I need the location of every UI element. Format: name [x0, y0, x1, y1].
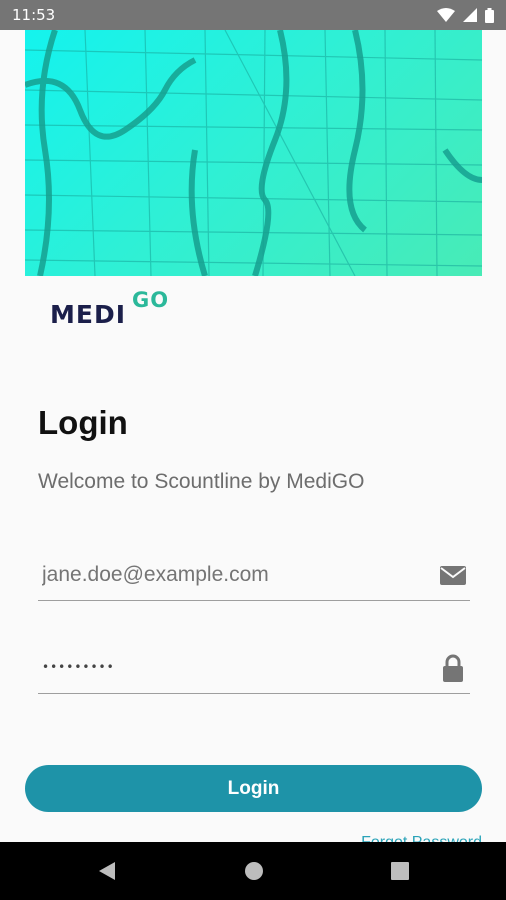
home-icon[interactable]	[243, 860, 265, 882]
email-field[interactable]	[38, 551, 470, 601]
password-input[interactable]: •••••••••	[42, 660, 115, 674]
email-input[interactable]	[42, 557, 432, 593]
system-nav-bar	[0, 842, 506, 900]
signal-icon	[463, 8, 477, 22]
back-icon[interactable]	[96, 860, 118, 882]
status-time: 11:53	[12, 6, 56, 24]
hero-map-image	[25, 30, 482, 276]
page-subtitle: Welcome to Scountline by MediGO	[38, 470, 365, 493]
logo-medi-text: MEDI	[50, 300, 127, 329]
logo-go-text: GO	[132, 288, 170, 312]
recents-icon[interactable]	[389, 860, 411, 882]
wifi-icon	[437, 8, 455, 22]
map-lines-graphic	[25, 30, 482, 276]
login-button[interactable]: Login	[25, 765, 482, 812]
battery-icon	[485, 7, 494, 23]
password-field[interactable]: •••••••••	[38, 644, 470, 694]
medigo-logo: MEDI GO	[50, 288, 180, 329]
page-title: Login	[38, 404, 128, 441]
status-icons	[437, 7, 494, 23]
mail-icon	[440, 566, 466, 585]
status-bar: 11:53	[0, 0, 506, 30]
lock-icon	[443, 654, 463, 682]
